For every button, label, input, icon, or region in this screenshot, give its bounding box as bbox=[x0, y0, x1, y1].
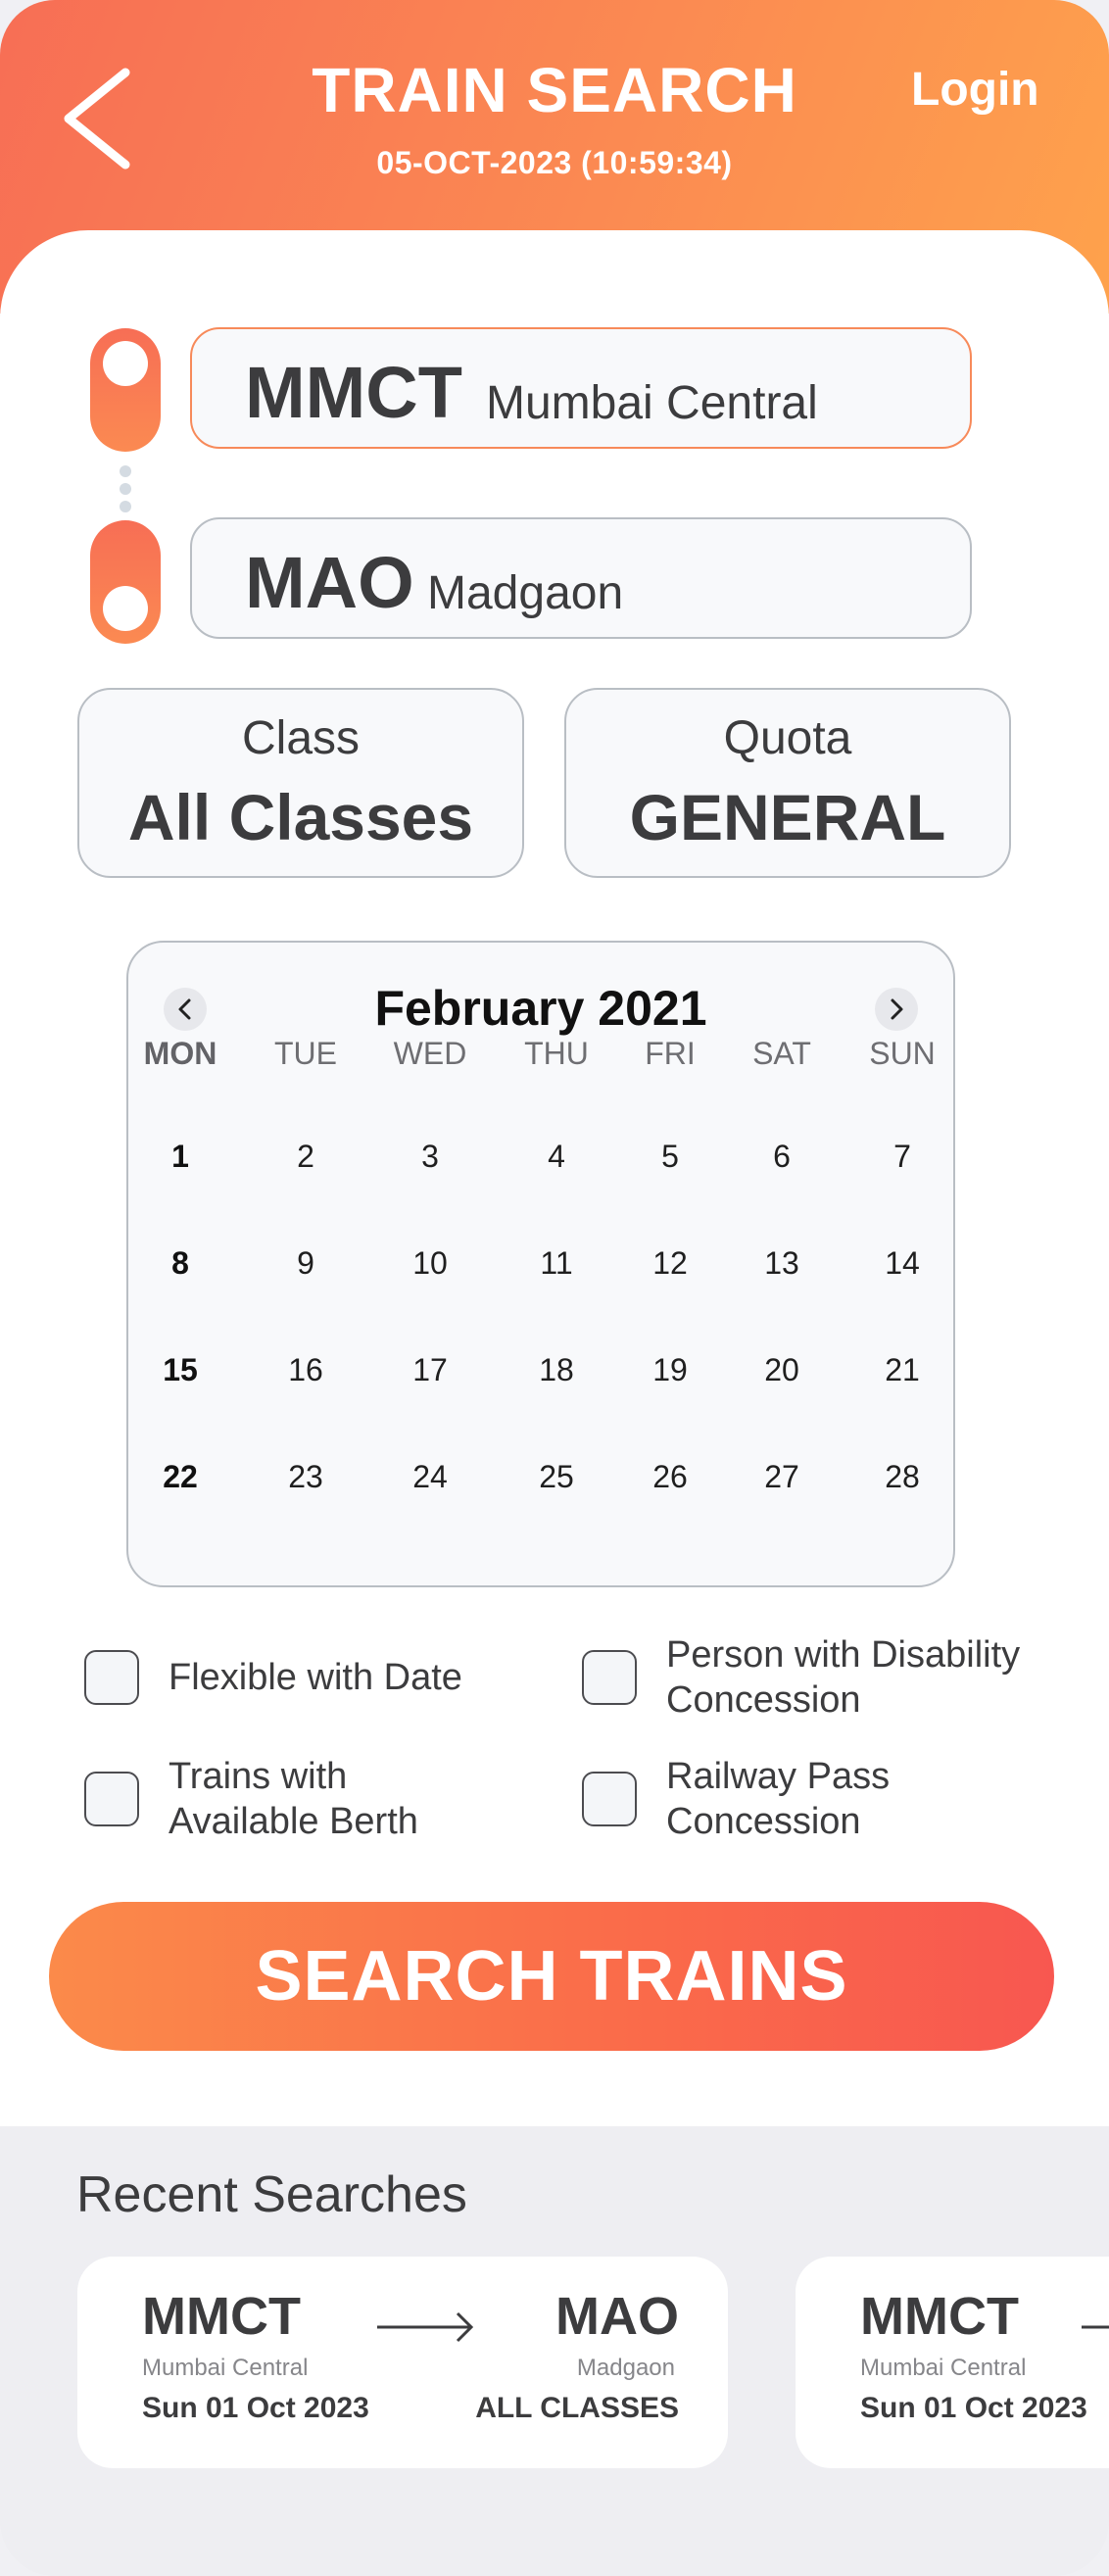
from-station-field[interactable]: MMCT Mumbai Central bbox=[190, 327, 972, 449]
calendar-day[interactable]: 28 bbox=[844, 1459, 961, 1495]
calendar-day[interactable]: 5 bbox=[611, 1139, 729, 1175]
railway-pass-label-line2: Concession bbox=[666, 1801, 861, 1842]
calendar-day[interactable]: 27 bbox=[723, 1459, 841, 1495]
next-month-button[interactable] bbox=[875, 988, 918, 1031]
calendar-day[interactable]: 4 bbox=[498, 1139, 615, 1175]
weekday-sun: SUN bbox=[869, 1036, 936, 1071]
calendar-day[interactable]: 2 bbox=[247, 1139, 364, 1175]
calendar-day[interactable]: 17 bbox=[371, 1352, 489, 1388]
recent-date: Sun 01 Oct 2023 bbox=[860, 2392, 1087, 2424]
available-berth-option[interactable]: Trains with Available Berth bbox=[84, 1756, 554, 1842]
search-trains-button[interactable]: SEARCH TRAINS bbox=[49, 1902, 1054, 2051]
quota-label: Quota bbox=[723, 712, 852, 764]
route-connector-dot bbox=[120, 465, 131, 477]
calendar-day[interactable]: 19 bbox=[611, 1352, 729, 1388]
recent-from-code: MMCT bbox=[860, 2287, 1019, 2346]
disability-concession-label-line2: Concession bbox=[666, 1679, 861, 1721]
to-pin-icon bbox=[90, 520, 161, 644]
calendar-day[interactable]: 6 bbox=[723, 1139, 841, 1175]
weekday-mon: MON bbox=[143, 1036, 217, 1071]
disability-concession-label-line1: Person with Disability bbox=[666, 1634, 1021, 1676]
arrow-right-icon bbox=[377, 2311, 474, 2343]
recent-from-name: Mumbai Central bbox=[142, 2355, 309, 2381]
recent-to-name: Madgaon bbox=[576, 2355, 675, 2381]
recent-date: Sun 01 Oct 2023 bbox=[142, 2392, 369, 2424]
calendar-day[interactable]: 13 bbox=[723, 1245, 841, 1282]
login-button[interactable]: Login bbox=[911, 63, 1039, 117]
recent-search-card[interactable]: MMCT Mumbai Central Sun 01 Oct 2023 bbox=[796, 2257, 1109, 2468]
recent-to-code: MAO bbox=[555, 2287, 679, 2346]
from-station-name: Mumbai Central bbox=[486, 377, 818, 429]
calendar-day[interactable]: 11 bbox=[498, 1245, 615, 1282]
to-station-code: MAO bbox=[245, 542, 414, 623]
available-berth-label-line1: Trains with bbox=[169, 1756, 348, 1797]
calendar-day[interactable]: 18 bbox=[498, 1352, 615, 1388]
month-label: February 2021 bbox=[374, 981, 707, 1036]
route-connector-dot bbox=[120, 483, 131, 495]
flexible-date-checkbox[interactable] bbox=[84, 1650, 139, 1705]
calendar-day[interactable]: 21 bbox=[844, 1352, 961, 1388]
to-station-name: Madgaon bbox=[427, 567, 624, 619]
chevron-right-icon bbox=[891, 998, 903, 1020]
railway-pass-option[interactable]: Railway Pass Concession bbox=[582, 1756, 1072, 1842]
recent-from-code: MMCT bbox=[142, 2287, 301, 2346]
flexible-date-label: Flexible with Date bbox=[169, 1657, 462, 1698]
date-calendar: February 2021 MON TUE WED THU FRI SAT SUN 1 2 3 4 5… bbox=[126, 941, 955, 1587]
calendar-day[interactable]: 24 bbox=[371, 1459, 489, 1495]
current-datetime: 05-OCT-2023 (10:59:34) bbox=[376, 145, 733, 180]
disability-concession-option[interactable]: Person with Disability Concession bbox=[582, 1634, 1072, 1721]
recent-from-name: Mumbai Central bbox=[860, 2355, 1027, 2381]
calendar-day[interactable]: 7 bbox=[844, 1139, 961, 1175]
calendar-day[interactable]: 25 bbox=[498, 1459, 615, 1495]
weekday-wed: WED bbox=[393, 1036, 467, 1071]
calendar-day[interactable]: 1 bbox=[121, 1139, 239, 1175]
quota-picker[interactable]: Quota GENERAL bbox=[564, 688, 1011, 878]
from-pin-icon bbox=[90, 328, 161, 452]
weekday-tue: TUE bbox=[274, 1036, 337, 1071]
weekday-sat: SAT bbox=[752, 1036, 811, 1071]
calendar-day[interactable]: 14 bbox=[844, 1245, 961, 1282]
calendar-day[interactable]: 10 bbox=[371, 1245, 489, 1282]
to-station-field[interactable]: MAO Madgaon bbox=[190, 517, 972, 639]
available-berth-label-line2: Available Berth bbox=[169, 1801, 418, 1842]
from-station-code: MMCT bbox=[245, 352, 462, 433]
class-picker[interactable]: Class All Classes bbox=[77, 688, 524, 878]
quota-value: GENERAL bbox=[629, 781, 946, 853]
recent-searches-title: Recent Searches bbox=[76, 2166, 467, 2223]
calendar-day[interactable]: 16 bbox=[247, 1352, 364, 1388]
available-berth-checkbox[interactable] bbox=[84, 1772, 139, 1826]
disability-concession-checkbox[interactable] bbox=[582, 1650, 637, 1705]
app-screen: TRAIN SEARCH 05-OCT-2023 (10:59:34) Logi… bbox=[0, 0, 1109, 2576]
calendar-day[interactable]: 3 bbox=[371, 1139, 489, 1175]
weekday-thu: THU bbox=[524, 1036, 589, 1071]
recent-search-card[interactable]: MMCT Mumbai Central MAO Madgaon Sun 01 O… bbox=[77, 2257, 728, 2468]
calendar-day[interactable]: 8 bbox=[121, 1245, 239, 1282]
railway-pass-checkbox[interactable] bbox=[582, 1772, 637, 1826]
route-connector-dot bbox=[120, 501, 131, 512]
calendar-day[interactable]: 23 bbox=[247, 1459, 364, 1495]
calendar-day[interactable]: 9 bbox=[247, 1245, 364, 1282]
calendar-day[interactable]: 26 bbox=[611, 1459, 729, 1495]
flexible-date-option[interactable]: Flexible with Date bbox=[84, 1650, 554, 1709]
railway-pass-label-line1: Railway Pass bbox=[666, 1756, 891, 1797]
weekday-fri: FRI bbox=[645, 1036, 696, 1071]
calendar-day[interactable]: 12 bbox=[611, 1245, 729, 1282]
calendar-day[interactable]: 15 bbox=[121, 1352, 239, 1388]
arrow-right-icon bbox=[1082, 2325, 1109, 2329]
recent-class: ALL CLASSES bbox=[475, 2392, 679, 2424]
calendar-day[interactable]: 22 bbox=[121, 1459, 239, 1495]
class-label: Class bbox=[241, 712, 361, 764]
class-value: All Classes bbox=[127, 781, 474, 853]
calendar-day[interactable]: 20 bbox=[723, 1352, 841, 1388]
